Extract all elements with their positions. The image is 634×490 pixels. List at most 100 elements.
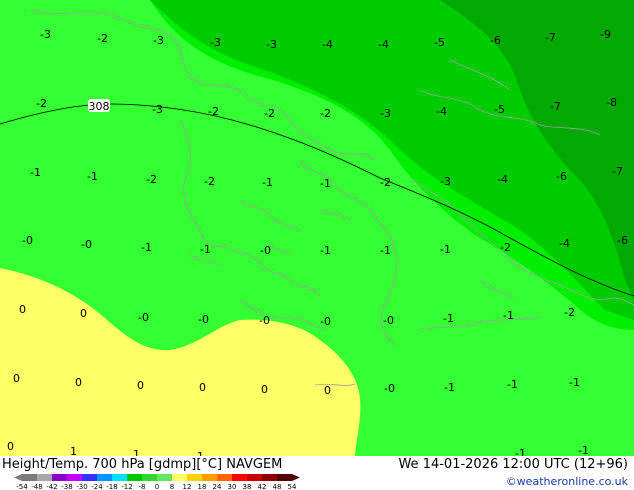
temp-label: -4 [497,173,508,186]
legend-tick-label: -30 [76,483,87,490]
temp-label: -3 [153,34,164,47]
temp-label: -1 [380,244,391,257]
temp-label: -7 [550,100,561,113]
legend-right-arrow [292,474,300,481]
temp-label: -0 [259,314,270,327]
temp-label: -1 [507,378,518,391]
temp-label: -1 [569,376,580,389]
temp-label: 0 [199,381,206,394]
legend-swatch [82,474,97,481]
temp-label: -6 [556,170,567,183]
temp-label: -0 [22,234,33,247]
legend-swatch [112,474,127,481]
temp-label: -7 [545,31,556,44]
temp-label: 0 [7,440,14,453]
temp-label: -0 [138,311,149,324]
temp-label: 0 [19,303,26,316]
temp-label: -3 [152,103,163,116]
temp-label: -1 [141,241,152,254]
legend-tick-label: 30 [228,483,237,490]
temp-label: -0 [260,244,271,257]
temp-label: 0 [80,307,87,320]
legend-swatch [157,474,172,481]
legend-tick-label: -8 [139,483,146,490]
temp-label: -3 [380,107,391,120]
legend-left-arrow [14,474,22,481]
temp-label: -1 [262,176,273,189]
temp-label: -2 [380,176,391,189]
temp-label: -4 [322,38,333,51]
temp-label: -1 [320,177,331,190]
legend-swatch [202,474,217,481]
legend-swatch [67,474,82,481]
temp-label: -1 [578,444,589,456]
temp-label: -1 [503,309,514,322]
temp-label: -2 [146,173,157,186]
temp-label: -1 [444,381,455,394]
temp-label: -1 [320,244,331,257]
legend-swatch [217,474,232,481]
temp-label: -0 [320,315,331,328]
contour-label: 308 [89,100,110,113]
credit-link[interactable]: ©weatheronline.co.uk [506,475,628,488]
temp-label: -5 [494,103,505,116]
legend-tick-label: -18 [106,483,117,490]
temp-label: -8 [606,96,617,109]
temp-label: -2 [36,97,47,110]
temp-label: 1 [70,445,77,456]
legend-tick-label: -42 [46,483,57,490]
temp-label: 0 [75,376,82,389]
temp-label: -2 [500,241,511,254]
legend-tick-label: 12 [183,483,192,490]
temp-label: -3 [440,175,451,188]
legend-tick-label: 48 [273,483,282,490]
legend-tick-label: -54 [16,483,28,490]
legend-swatch [232,474,247,481]
legend-tick-label: -12 [121,483,132,490]
legend-tick-label: 54 [288,483,297,490]
chart-title: Height/Temp. 700 hPa [gdmp][°C] NAVGEM [2,457,283,472]
legend-tick-label: -24 [91,483,103,490]
legend-tick-label: 0 [155,483,159,490]
temp-label: 0 [13,372,20,385]
map-footer: Height/Temp. 700 hPa [gdmp][°C] NAVGEM W… [0,456,634,490]
temp-label: -6 [617,234,628,247]
temp-label: -2 [97,32,108,45]
color-legend: -54 -48 -42 -38 -30 -24 -18 -12 -8 0 8 12 18 24 30 38 42… [14,474,300,490]
temp-label: 0 [137,379,144,392]
legend-tick-label: 38 [243,483,252,490]
temp-label: -6 [490,34,501,47]
temp-label: -1 [30,166,41,179]
temp-label: 0 [324,384,331,397]
legend-tick-label: -38 [61,483,72,490]
temp-label: -3 [266,38,277,51]
temp-label: 0 [261,383,268,396]
temp-label: -1 [87,170,98,183]
temp-label: -2 [564,306,575,319]
legend-swatch [247,474,262,481]
legend-swatch [262,474,277,481]
valid-datetime: We 14-01-2026 12:00 UTC (12+96) [398,457,628,472]
temp-label: -5 [434,36,445,49]
temp-label: -3 [40,28,51,41]
weather-map: 308 -3 -2 -3 -3 -3 -4 -4 -5 -6 -7 -9 -2 … [0,0,634,456]
legend-swatch [22,474,37,481]
legend-swatch [37,474,52,481]
temp-label: -1 [200,243,211,256]
temp-label: -0 [384,382,395,395]
temp-label: -4 [436,105,447,118]
temp-label: -4 [378,38,389,51]
temp-label: -4 [559,237,570,250]
temp-label: -1 [515,447,526,456]
temp-label: -0 [383,314,394,327]
map-canvas: 308 -3 -2 -3 -3 -3 -4 -4 -5 -6 -7 -9 -2 … [0,0,634,456]
temp-label: -7 [612,165,623,178]
temp-label: -2 [264,107,275,120]
legend-tick-label: 24 [213,483,222,490]
legend-tick-label: 8 [170,483,174,490]
temp-label: -0 [198,313,209,326]
temp-label: -0 [81,238,92,251]
legend-swatch [172,474,187,481]
legend-tick-label: 42 [258,483,267,490]
legend-tick-label: -48 [31,483,42,490]
